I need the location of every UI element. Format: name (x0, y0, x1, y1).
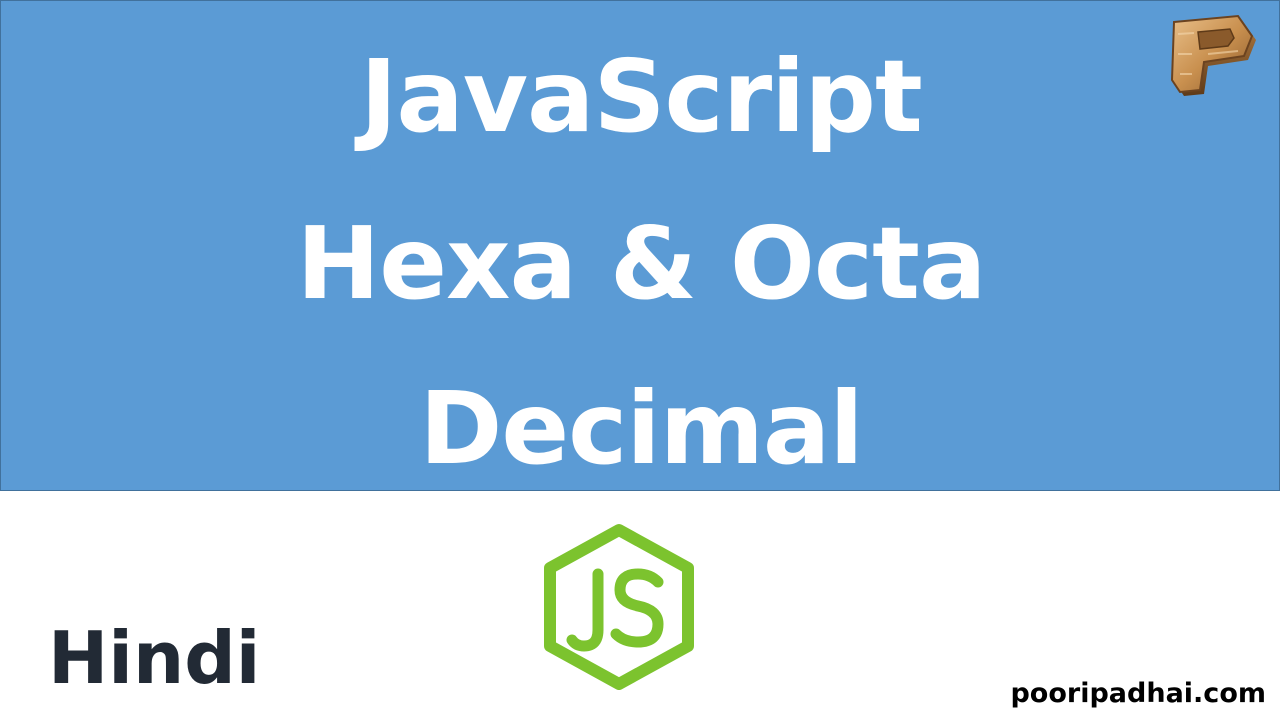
title-banner: JavaScript Hexa & Octa Decimal (0, 0, 1280, 491)
title-line-2: Hexa & Octa (296, 205, 987, 322)
website-label: pooripadhai.com (1010, 678, 1266, 709)
title-line-3: Decimal (419, 370, 863, 487)
wooden-p-logo-icon (1168, 14, 1260, 100)
nodejs-hexagon-js-icon (540, 522, 698, 690)
language-label: Hindi (48, 616, 261, 700)
title-line-1: JavaScript (360, 38, 923, 155)
